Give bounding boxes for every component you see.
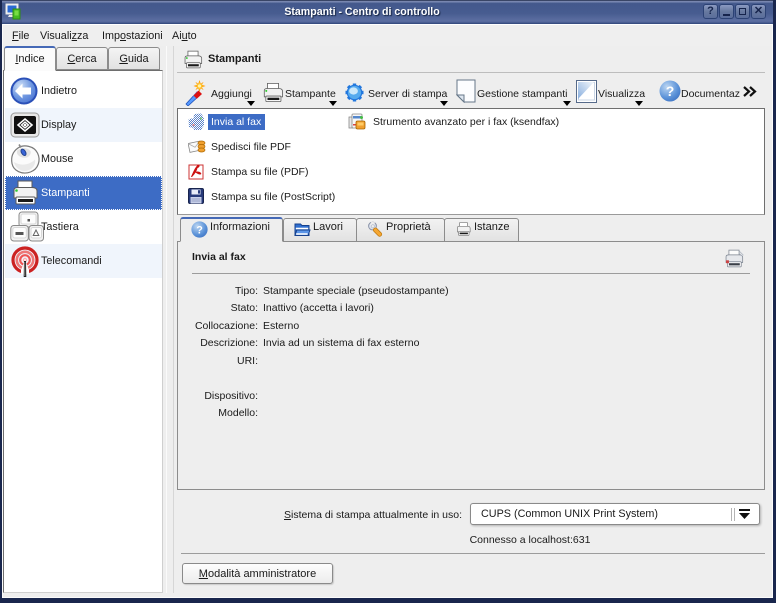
svg-text:?: ? bbox=[666, 83, 675, 99]
svg-text:?: ? bbox=[196, 224, 203, 236]
